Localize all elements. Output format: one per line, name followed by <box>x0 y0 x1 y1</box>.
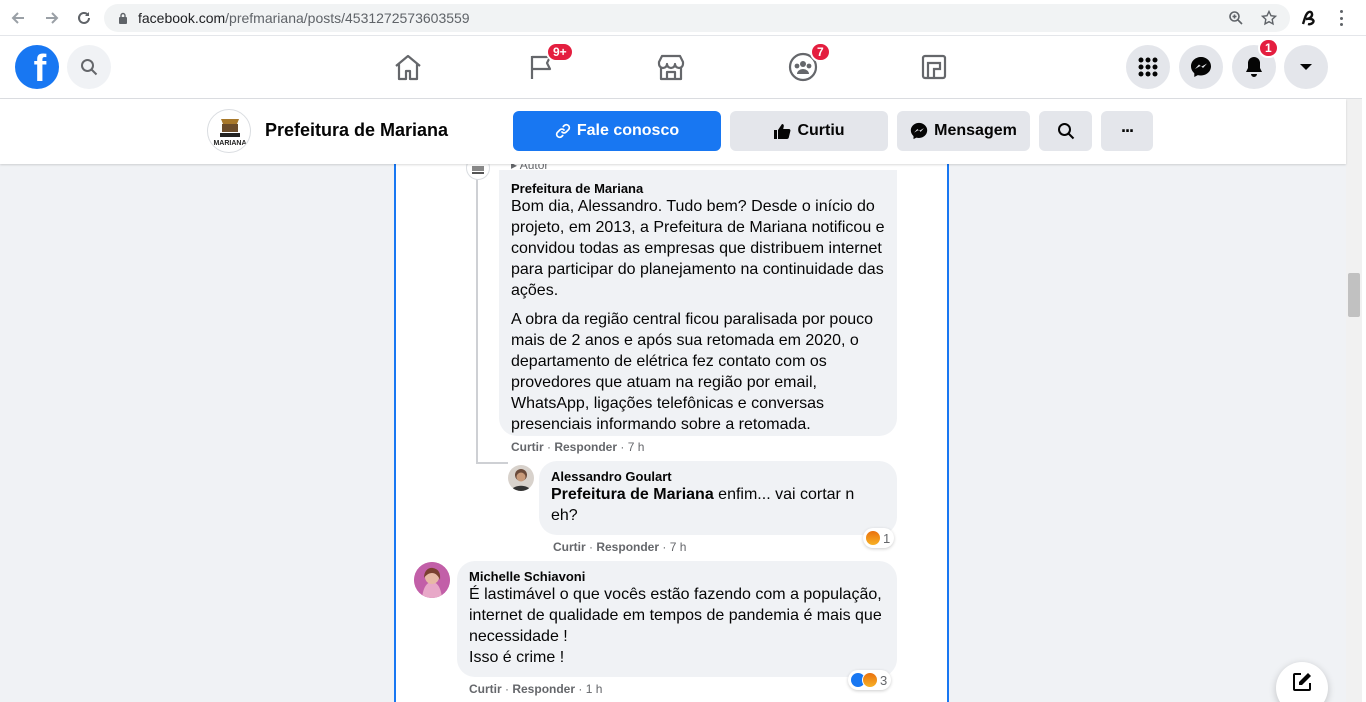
user-avatar[interactable] <box>508 465 534 491</box>
comment-paragraph: Bom dia, Alessandro. Tudo bem? Desde o i… <box>511 198 885 299</box>
browser-toolbar: facebook.com/prefmariana/posts/453127257… <box>0 0 1366 36</box>
message-label: Mensagem <box>934 122 1017 139</box>
comment-body: É lastimável o que vocês estão fazendo c… <box>469 586 882 645</box>
page-search-button[interactable] <box>1039 111 1092 151</box>
comment-author[interactable]: Prefeitura de Mariana <box>511 181 885 196</box>
liked-button[interactable]: Curtiu <box>730 111 888 151</box>
page-scrollbar-thumb[interactable] <box>1348 273 1360 317</box>
facebook-top-nav: f 9+ 7 1 <box>0 36 1362 99</box>
thread-line <box>476 164 478 464</box>
facebook-logo-icon[interactable]: f <box>15 45 59 89</box>
thread-line <box>476 462 508 464</box>
user-photo <box>414 562 450 598</box>
svg-text:MARIANA: MARIANA <box>213 140 246 147</box>
angry-reaction-icon <box>865 530 881 546</box>
more-options-button[interactable]: ··· <box>1101 111 1153 151</box>
browser-menu-icon[interactable] <box>1333 8 1349 28</box>
reaction-count: 1 <box>883 530 891 546</box>
comment-text: É lastimável o que vocês estão fazendo c… <box>469 584 885 668</box>
like-link[interactable]: Curtir <box>511 440 544 454</box>
lock-icon <box>119 12 127 24</box>
comment-bubble: Michelle Schiavoni É lastimável o que vo… <box>457 561 897 677</box>
link-icon <box>555 123 570 139</box>
comment-author[interactable]: Michelle Schiavoni <box>469 569 885 584</box>
reply-link[interactable]: Responder <box>596 540 659 554</box>
zoom-icon[interactable] <box>1228 10 1244 26</box>
messenger-icon <box>1191 57 1211 77</box>
comment-body: Isso é crime ! <box>469 649 565 666</box>
search-icon <box>1057 123 1074 140</box>
bookmark-star-icon[interactable] <box>1261 10 1277 26</box>
compose-icon <box>1293 673 1311 691</box>
page-avatar-small[interactable] <box>466 164 490 180</box>
comment-bubble: Prefeitura de Mariana Bom dia, Alessandr… <box>499 170 897 436</box>
notifications-badge: 1 <box>1258 38 1279 58</box>
messenger-small-icon <box>910 122 928 140</box>
reload-icon[interactable] <box>72 6 96 30</box>
comment-actions: Curtir · Responder · 1 h <box>469 682 603 696</box>
comment-text: Bom dia, Alessandro. Tudo bem? Desde o i… <box>511 196 885 435</box>
comment-author[interactable]: Alessandro Goulart <box>551 469 885 484</box>
friends-badge: 7 <box>810 42 831 62</box>
like-link[interactable]: Curtir <box>469 682 502 696</box>
menu-grid-button[interactable] <box>1126 45 1170 89</box>
marketplace-icon[interactable] <box>654 50 688 84</box>
comment-timestamp[interactable]: 7 h <box>670 540 687 554</box>
reaction-summary[interactable]: 1 <box>863 528 895 548</box>
page-header-bar: MARIANA Prefeitura de Mariana Fale conos… <box>0 99 1346 164</box>
user-photo <box>511 469 531 491</box>
post-comments-panel: ▸ Autor Prefeitura de Mariana Bom dia, A… <box>394 164 949 702</box>
profile-avatar-icon[interactable] <box>1298 7 1320 29</box>
grid-icon <box>1138 57 1158 77</box>
bell-icon <box>1246 57 1262 77</box>
page-scrollbar-track[interactable] <box>1346 99 1362 702</box>
mention-link[interactable]: Prefeitura de Mariana <box>551 486 714 503</box>
comment-text: Prefeitura de Mariana enfim... vai corta… <box>551 484 885 526</box>
reply-link[interactable]: Responder <box>512 682 575 696</box>
comment-actions: Curtir · Responder · 7 h <box>553 540 687 554</box>
mariana-crest-icon <box>472 166 484 174</box>
comment-bubble: Alessandro Goulart Prefeitura de Mariana… <box>539 461 897 535</box>
new-message-button[interactable] <box>1276 662 1328 702</box>
page-title[interactable]: Prefeitura de Mariana <box>265 120 448 141</box>
thumbs-up-icon <box>774 123 791 139</box>
angry-reaction-icon <box>862 672 878 688</box>
search-icon <box>81 59 98 76</box>
groups-badge: 9+ <box>546 42 574 62</box>
back-arrow-icon[interactable] <box>6 6 30 30</box>
account-menu-button[interactable] <box>1284 45 1328 89</box>
liked-label: Curtiu <box>797 122 845 139</box>
comment-timestamp[interactable]: 7 h <box>628 440 645 454</box>
url-text: facebook.com/prefmariana/posts/453127257… <box>138 10 470 26</box>
caret-down-icon <box>1300 64 1312 70</box>
contact-us-button[interactable]: Fale conosco <box>513 111 721 151</box>
mariana-crest-icon: MARIANA <box>213 119 247 147</box>
comment-actions: Curtir · Responder · 7 h <box>511 440 645 454</box>
comment-paragraph: A obra da região central ficou paralisad… <box>511 311 874 433</box>
reaction-summary[interactable]: 3 <box>848 670 892 690</box>
window-edge <box>1362 36 1366 702</box>
messenger-button[interactable] <box>1179 45 1223 89</box>
address-bar[interactable]: facebook.com/prefmariana/posts/453127257… <box>104 4 1290 32</box>
user-avatar[interactable] <box>414 562 450 598</box>
search-button[interactable] <box>67 45 111 89</box>
gaming-icon[interactable] <box>917 50 951 84</box>
comment-timestamp[interactable]: 1 h <box>586 682 603 696</box>
like-link[interactable]: Curtir <box>553 540 586 554</box>
page-avatar[interactable]: MARIANA <box>207 109 251 153</box>
reply-link[interactable]: Responder <box>554 440 617 454</box>
home-icon[interactable] <box>391 50 425 84</box>
contact-us-label: Fale conosco <box>576 122 680 139</box>
message-button[interactable]: Mensagem <box>897 111 1030 151</box>
forward-arrow-icon[interactable] <box>40 6 64 30</box>
reaction-count: 3 <box>880 672 888 688</box>
